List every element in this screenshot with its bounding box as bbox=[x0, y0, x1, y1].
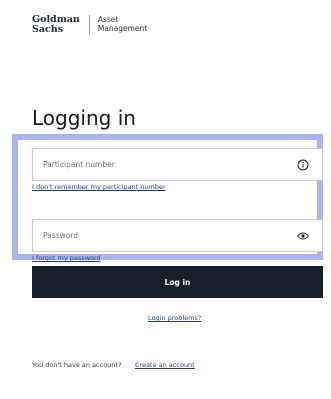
brand-divider bbox=[88, 15, 90, 35]
forgot-participant-number-link[interactable]: I don't remember my participant number bbox=[32, 183, 166, 191]
brand-secondary-line1: Asset bbox=[97, 15, 119, 24]
eye-icon[interactable] bbox=[296, 229, 310, 243]
brand-primary: Goldman Sachs bbox=[32, 15, 80, 34]
no-account-text: You don't have an account? bbox=[32, 361, 122, 369]
brand-logo: Goldman Sachs Asset Management bbox=[32, 15, 147, 35]
login-button[interactable]: Log in bbox=[32, 266, 323, 298]
brand-secondary: Asset Management bbox=[98, 15, 147, 33]
participant-number-field[interactable] bbox=[32, 148, 323, 181]
info-icon[interactable] bbox=[296, 158, 310, 172]
login-problems-link[interactable]: Login problems? bbox=[148, 314, 201, 322]
create-account-link[interactable]: Create an account bbox=[135, 361, 195, 369]
brand-primary-line2: Sachs bbox=[32, 23, 64, 35]
participant-number-input[interactable] bbox=[33, 149, 296, 180]
brand-secondary-line2: Management bbox=[97, 24, 148, 33]
password-field[interactable] bbox=[32, 219, 323, 252]
page-title: Logging in bbox=[32, 106, 136, 130]
password-input[interactable] bbox=[33, 220, 296, 251]
forgot-password-link[interactable]: I forgot my password bbox=[32, 254, 101, 262]
